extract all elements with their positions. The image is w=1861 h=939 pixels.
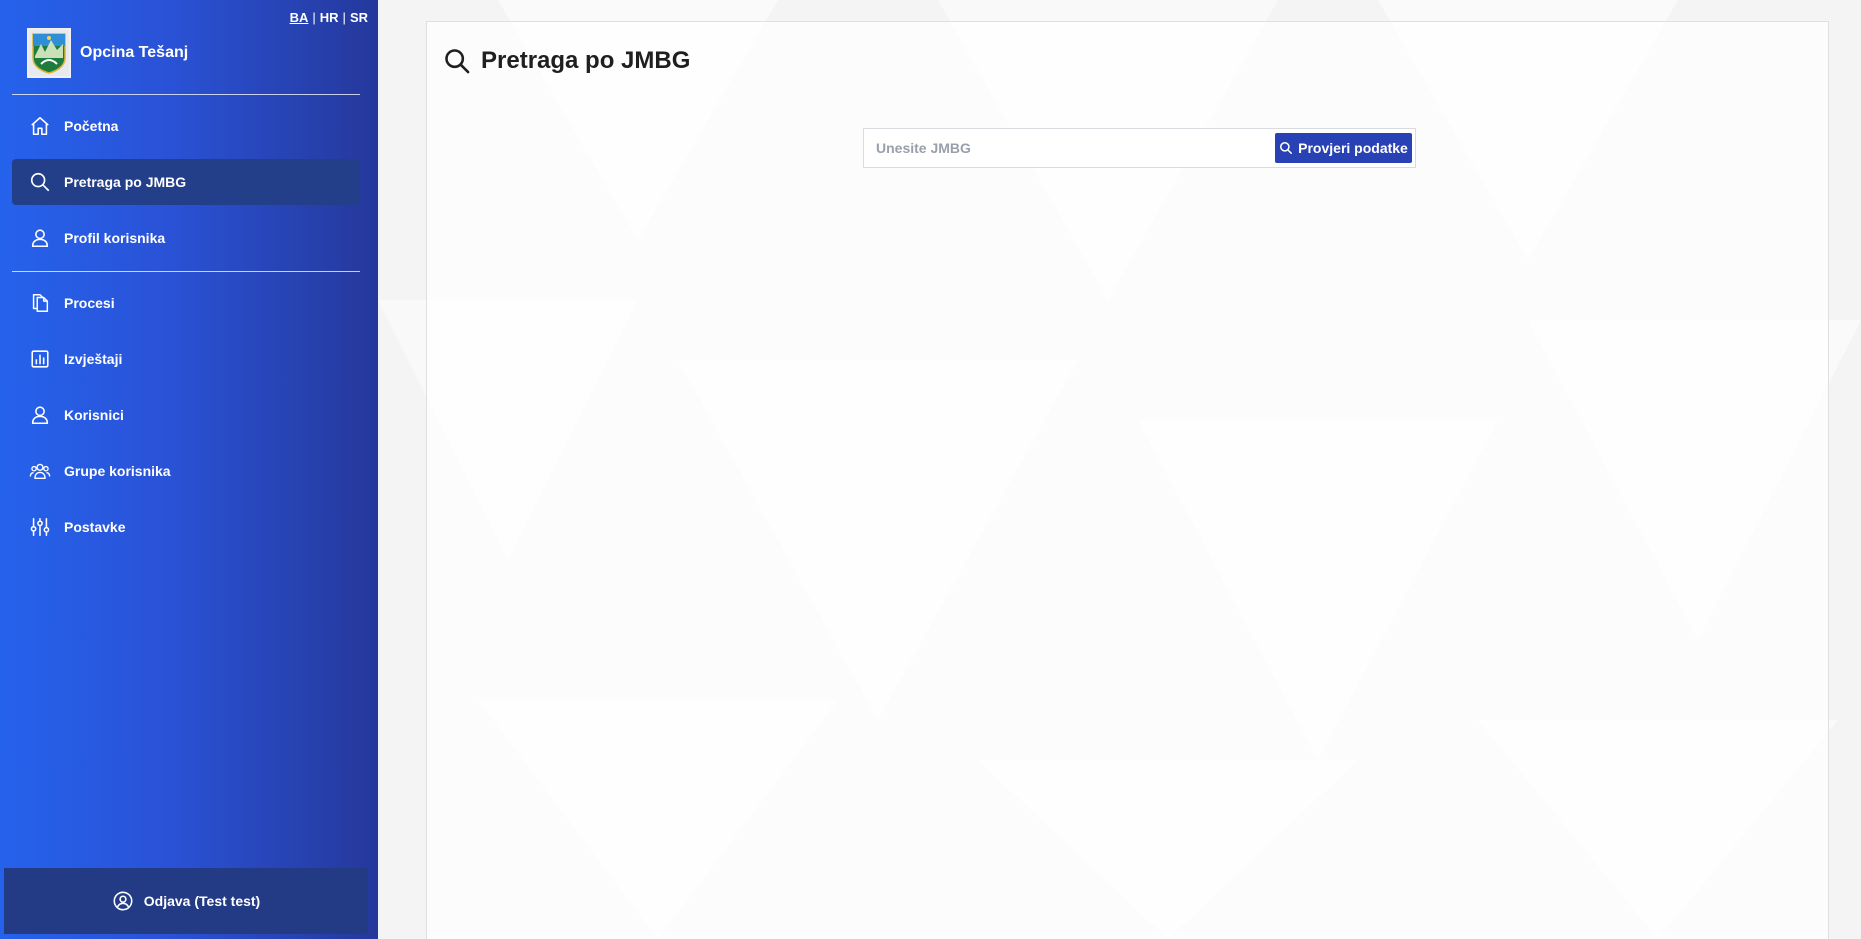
sidebar-item-pocetna[interactable]: Početna [12, 103, 360, 149]
check-data-button[interactable]: Provjeri podatke [1275, 133, 1412, 163]
language-switcher: BA | HR | SR [290, 10, 368, 25]
page-header: Pretraga po JMBG [443, 47, 690, 75]
sidebar-item-label: Izvještaji [64, 351, 123, 367]
logout-button[interactable]: Odjava (Test test) [4, 868, 368, 934]
logout-label: Odjava (Test test) [143, 893, 261, 909]
sliders-icon [28, 515, 52, 539]
page-title: Pretraga po JMBG [481, 47, 691, 74]
sidebar-item-procesi[interactable]: Procesi [12, 280, 360, 326]
sidebar-item-izvjestaji[interactable]: Izvještaji [12, 336, 360, 382]
sidebar-item-label: Postavke [64, 519, 126, 535]
user-circle-icon [113, 891, 133, 911]
home-icon [28, 114, 52, 138]
sidebar-item-korisnici[interactable]: Korisnici [12, 392, 360, 438]
language-separator: | [342, 10, 346, 25]
sidebar-item-label: Pretraga po JMBG [64, 174, 187, 190]
language-sr[interactable]: SR [350, 10, 368, 25]
municipality-logo [27, 28, 71, 78]
language-ba[interactable]: BA [290, 10, 309, 25]
search-icon [1280, 141, 1293, 155]
sidebar-item-label: Profil korisnika [64, 230, 166, 246]
sidebar-divider [12, 271, 360, 272]
brand[interactable]: Opcina Tešanj [27, 28, 188, 78]
user-icon [28, 226, 52, 250]
search-icon [445, 49, 470, 74]
content-card: Pretraga po JMBG Provjeri podatke [426, 21, 1829, 939]
brand-name: Opcina Tešanj [80, 44, 189, 61]
users-group-icon [28, 459, 52, 483]
sidebar: BA | HR | SR Opcina Tešanj Početna Pretraga … [0, 0, 378, 939]
main-content: Pretraga po JMBG Provjeri podatke [378, 0, 1861, 939]
language-hr[interactable]: HR [320, 10, 339, 25]
copy-icon [28, 291, 52, 315]
jmbg-search-form: Provjeri podatke [863, 128, 1416, 168]
jmbg-input[interactable] [864, 129, 1274, 167]
sidebar-item-label: Grupe korisnika [64, 463, 171, 479]
language-separator: | [312, 10, 316, 25]
sidebar-item-label: Početna [64, 118, 119, 134]
sidebar-divider [12, 94, 360, 95]
search-icon [28, 170, 52, 194]
sidebar-item-profil-korisnika[interactable]: Profil korisnika [12, 215, 360, 261]
check-data-button-label: Provjeri podatke [1298, 140, 1408, 156]
sidebar-item-label: Korisnici [64, 407, 124, 423]
chart-icon [28, 347, 52, 371]
sidebar-item-postavke[interactable]: Postavke [12, 504, 360, 550]
user-icon [28, 403, 52, 427]
sidebar-item-grupe-korisnika[interactable]: Grupe korisnika [12, 448, 360, 494]
sidebar-item-label: Procesi [64, 295, 115, 311]
sidebar-item-pretraga-po-jmbg[interactable]: Pretraga po JMBG [12, 159, 360, 205]
